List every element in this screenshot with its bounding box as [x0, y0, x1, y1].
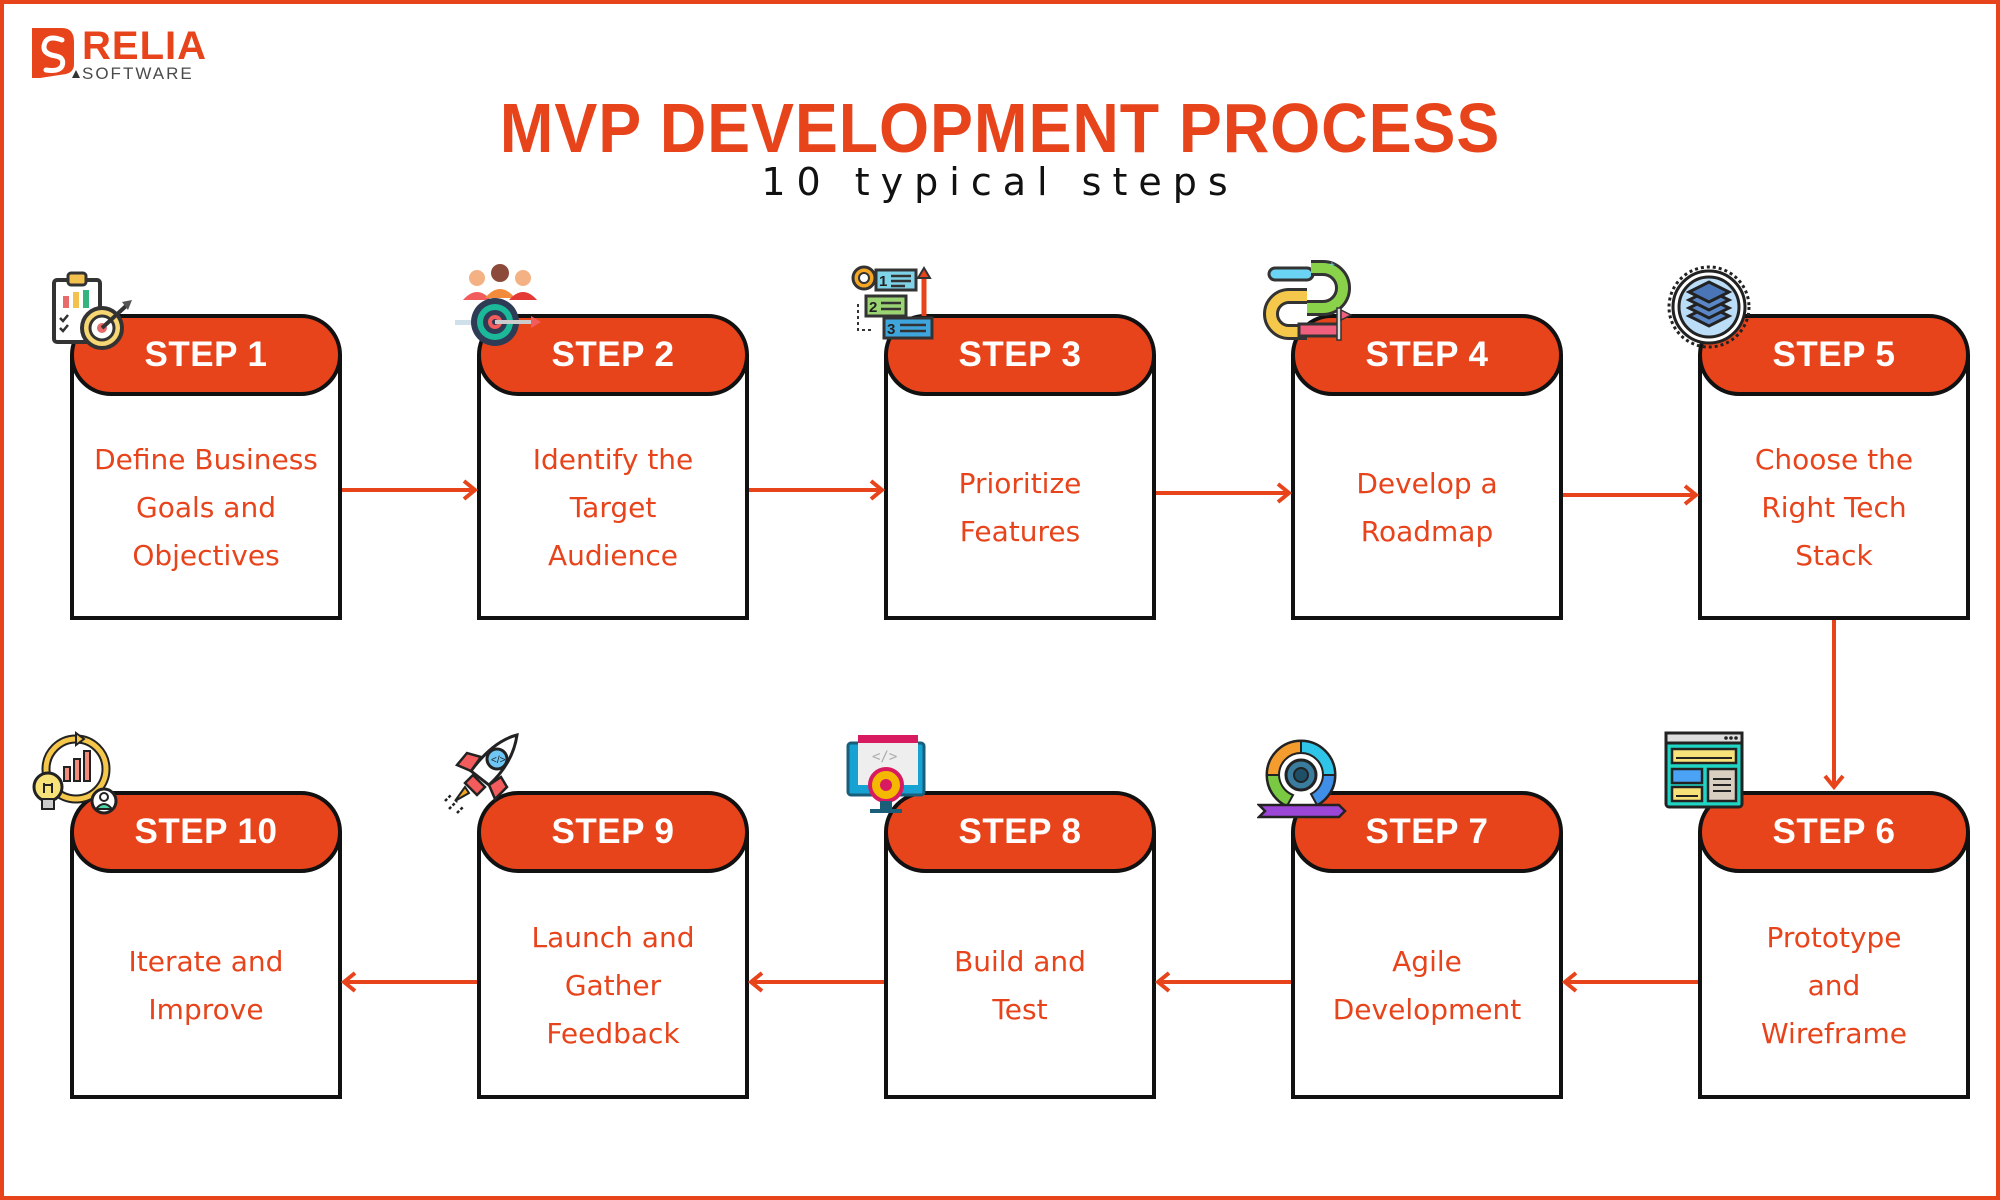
step-description-line: Build and — [954, 945, 1086, 978]
clipboard-target-icon — [46, 268, 136, 358]
step-description-line: Right Tech — [1761, 491, 1907, 524]
step-description: Identify the Target Audience — [477, 396, 749, 620]
step-label: STEP 4 — [1365, 335, 1489, 374]
rocket-launch-icon: </> — [437, 731, 527, 821]
step-description: Launch and Gather Feedback — [477, 873, 749, 1099]
priority-list-icon: 123 — [848, 264, 938, 354]
step-description-line: Launch and — [531, 921, 695, 954]
step-label: STEP 5 — [1772, 335, 1896, 374]
code-monitor-gear-icon: </> — [842, 729, 932, 819]
step-description-line: Roadmap — [1360, 515, 1494, 548]
step-description-line: Identify the — [532, 443, 694, 476]
page-title: MVP DEVELOPMENT PROCESS — [499, 89, 1501, 167]
step-description-line: Improve — [148, 993, 264, 1026]
step-description-line: Agile — [1392, 945, 1462, 978]
logo-tagline: SOFTWARE — [82, 64, 194, 83]
step-description-line: Gather — [564, 969, 662, 1002]
step-description-line: Stack — [1795, 539, 1873, 572]
step-description: Build and Test — [884, 873, 1156, 1099]
step-description-line: Prioritize — [958, 467, 1082, 500]
step-description: Iterate and Improve — [70, 873, 342, 1099]
step-label: STEP 3 — [958, 335, 1082, 374]
step-label: STEP 10 — [134, 812, 278, 851]
step-label: STEP 8 — [958, 812, 1082, 851]
step-description-line: Iterate and — [128, 945, 284, 978]
svg-text:1: 1 — [879, 273, 887, 290]
layers-stack-icon — [1664, 262, 1754, 352]
svg-text:</>: </> — [491, 755, 506, 766]
step-description: Prioritize Features — [884, 396, 1156, 620]
logo-wordmark: RELIA — [82, 24, 207, 68]
svg-text:2: 2 — [869, 299, 877, 316]
audience-target-icon — [455, 264, 545, 354]
page-subtitle: 10 typical steps — [761, 160, 1239, 204]
relia-logo: RELIA SOFTWARE — [32, 24, 212, 84]
step-label: STEP 1 — [144, 335, 268, 374]
relia-logo-mark-icon — [32, 28, 74, 78]
logo-triangle-icon — [72, 70, 80, 78]
step-description-line: Choose the — [1754, 443, 1914, 476]
step-description: Develop a Roadmap — [1291, 396, 1563, 620]
step-description-line: Wireframe — [1760, 1017, 1907, 1050]
step-description-line: Target — [569, 491, 657, 524]
svg-text:</>: </> — [872, 749, 897, 765]
svg-text:3: 3 — [887, 321, 895, 338]
step-description-line: Feedback — [546, 1017, 680, 1050]
step-description: Define Business Goals and Objectives — [70, 396, 342, 620]
agile-cycle-gear-icon — [1255, 735, 1347, 825]
roadmap-path-icon: + — [1263, 260, 1353, 350]
wireframe-window-icon — [1660, 727, 1750, 817]
step-description-line: Define Business — [94, 443, 318, 476]
step-description-line: Goals and — [136, 491, 276, 524]
step-description: Prototype and Wireframe — [1698, 873, 1970, 1099]
step-description-line: Prototype — [1766, 921, 1902, 954]
step-description-line: Objectives — [132, 539, 280, 572]
step-description-line: Development — [1332, 993, 1522, 1026]
step-description: Choose the Right Tech Stack — [1698, 396, 1970, 620]
step-label: STEP 6 — [1772, 812, 1896, 851]
svg-text:+: + — [1329, 260, 1335, 271]
step-description: Agile Development — [1291, 873, 1563, 1099]
step-description-line: Test — [992, 993, 1048, 1026]
step-description-line: Develop a — [1356, 467, 1498, 500]
step-description-line: Audience — [547, 539, 679, 572]
step-label: STEP 2 — [551, 335, 675, 374]
step-description-line: and — [1807, 969, 1861, 1002]
step-label: STEP 9 — [551, 812, 675, 851]
iterate-improve-icon — [30, 731, 120, 821]
step-description-line: Features — [959, 515, 1081, 548]
step-label: STEP 7 — [1365, 812, 1489, 851]
